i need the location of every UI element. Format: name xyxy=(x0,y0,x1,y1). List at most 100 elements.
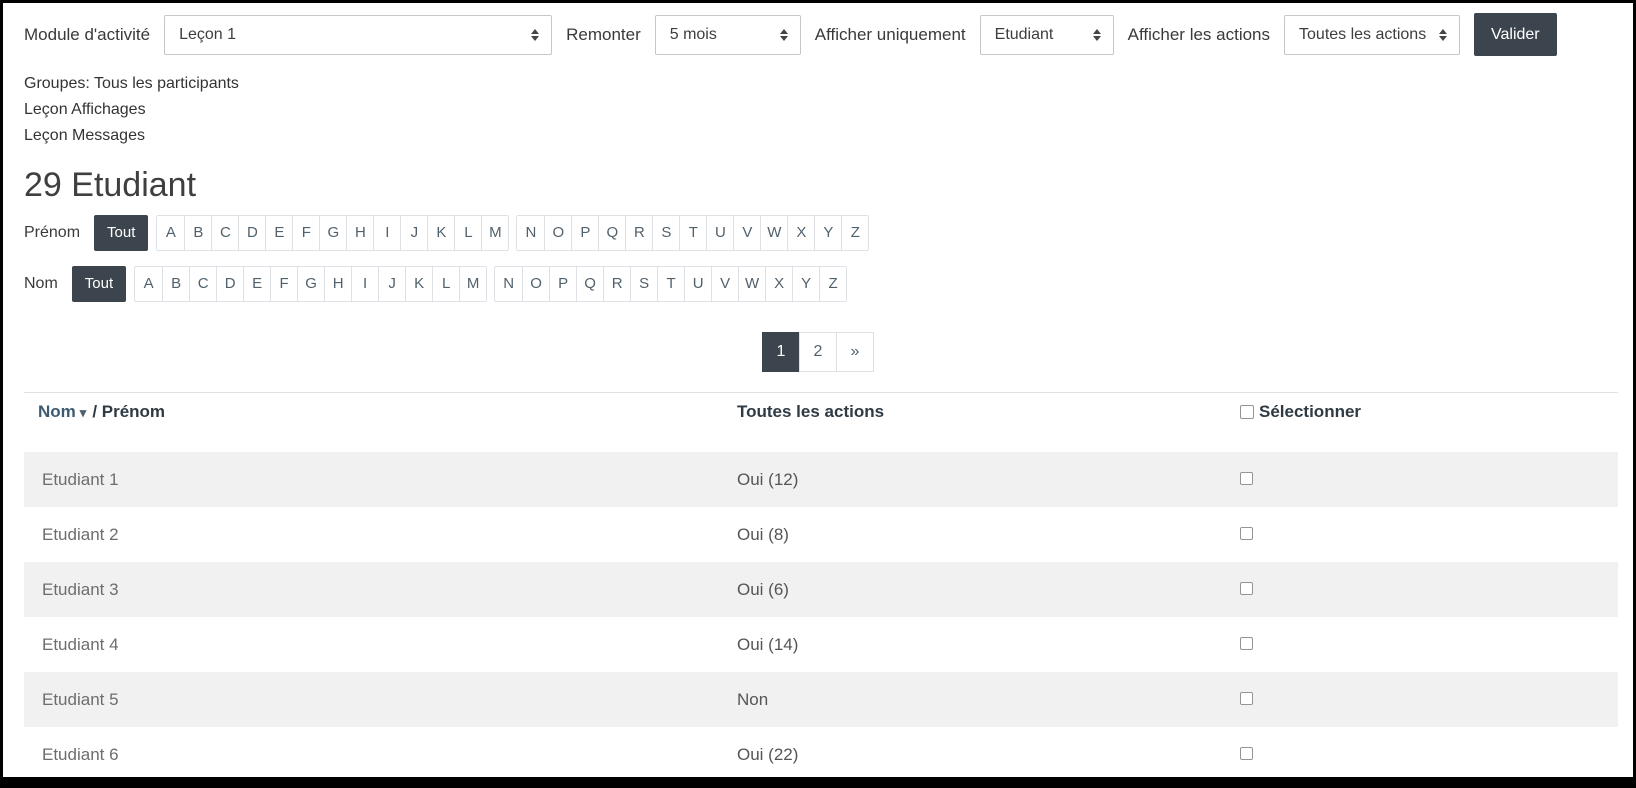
firstname-all-button[interactable]: Tout xyxy=(94,215,148,251)
student-name-link[interactable]: Etudiant 1 xyxy=(24,470,737,490)
table-row: Etudiant 2 Oui (8) xyxy=(24,507,1618,562)
select-column-label: Sélectionner xyxy=(1259,402,1361,422)
firstname-letter-z[interactable]: Z xyxy=(841,216,868,250)
lastname-letter-f[interactable]: F xyxy=(270,267,297,301)
firstname-letter-x[interactable]: X xyxy=(787,216,814,250)
firstname-letter-a[interactable]: A xyxy=(157,216,184,250)
select-column-header: Sélectionner xyxy=(1240,402,1618,422)
report-info: Groupes: Tous les participants Leçon Aff… xyxy=(24,71,1612,149)
table-row: Etudiant 4 Oui (14) xyxy=(24,617,1618,672)
table-row: Etudiant 5 Non xyxy=(24,672,1618,727)
pagination: 1 2 » xyxy=(762,332,874,372)
select-arrows-icon xyxy=(1439,29,1447,41)
show-only-select[interactable]: Etudiant xyxy=(980,15,1114,55)
firstname-letter-y[interactable]: Y xyxy=(814,216,841,250)
lastname-letter-c[interactable]: C xyxy=(189,267,216,301)
lastname-letter-v[interactable]: V xyxy=(711,267,738,301)
firstname-letter-v[interactable]: V xyxy=(733,216,760,250)
lastname-all-button[interactable]: Tout xyxy=(72,266,126,302)
lastname-letter-q[interactable]: Q xyxy=(576,267,603,301)
select-all-checkbox[interactable] xyxy=(1240,405,1254,419)
firstname-letter-i[interactable]: I xyxy=(373,216,400,250)
sort-desc-caret-icon: ▾ xyxy=(80,405,87,420)
firstname-letter-f[interactable]: F xyxy=(292,216,319,250)
lastname-letter-a[interactable]: A xyxy=(135,267,162,301)
screenshot-frame: Module d'activité Leçon 1 Remonter 5 moi… xyxy=(0,0,1636,788)
firstname-letter-q[interactable]: Q xyxy=(598,216,625,250)
show-actions-label: Afficher les actions xyxy=(1128,25,1270,45)
activity-module-label: Module d'activité xyxy=(24,25,150,45)
lastname-letter-e[interactable]: E xyxy=(243,267,270,301)
sort-by-name-link[interactable]: Nom xyxy=(38,402,76,421)
lastname-letter-h[interactable]: H xyxy=(324,267,351,301)
row-checkbox[interactable] xyxy=(1240,747,1253,760)
firstname-letter-c[interactable]: C xyxy=(211,216,238,250)
views-line: Leçon Affichages xyxy=(24,97,1612,123)
student-name-link[interactable]: Etudiant 4 xyxy=(24,635,737,655)
firstname-letter-w[interactable]: W xyxy=(760,216,787,250)
since-select[interactable]: 5 mois xyxy=(655,15,801,55)
lastname-letter-g[interactable]: G xyxy=(297,267,324,301)
lastname-letter-i[interactable]: I xyxy=(351,267,378,301)
row-checkbox[interactable] xyxy=(1240,692,1253,705)
student-name-link[interactable]: Etudiant 6 xyxy=(24,745,737,765)
lastname-letter-j[interactable]: J xyxy=(378,267,405,301)
lastname-letter-p[interactable]: P xyxy=(549,267,576,301)
lastname-letters-group-1: ABCDEFGHIJKLM xyxy=(134,266,487,302)
lastname-letter-m[interactable]: M xyxy=(459,267,486,301)
lastname-letter-x[interactable]: X xyxy=(765,267,792,301)
firstname-letter-d[interactable]: D xyxy=(238,216,265,250)
firstname-letter-h[interactable]: H xyxy=(346,216,373,250)
page-next-button[interactable]: » xyxy=(836,332,874,372)
actions-select[interactable]: Toutes les actions xyxy=(1284,15,1460,55)
since-label: Remonter xyxy=(566,25,641,45)
lastname-letter-z[interactable]: Z xyxy=(819,267,846,301)
lastname-letter-u[interactable]: U xyxy=(684,267,711,301)
actions-count: Non xyxy=(737,690,1240,710)
firstname-letter-o[interactable]: O xyxy=(544,216,571,250)
page-2-button[interactable]: 2 xyxy=(799,332,837,372)
lastname-letter-n[interactable]: N xyxy=(495,267,522,301)
firstname-letter-s[interactable]: S xyxy=(652,216,679,250)
firstname-initials-bar: Prénom Tout ABCDEFGHIJKLM NOPQRSTUVWXYZ xyxy=(24,215,1612,251)
firstname-header-suffix: / Prénom xyxy=(92,402,165,421)
posts-line: Leçon Messages xyxy=(24,123,1612,149)
firstname-letter-n[interactable]: N xyxy=(517,216,544,250)
firstname-letter-p[interactable]: P xyxy=(571,216,598,250)
firstname-letter-r[interactable]: R xyxy=(625,216,652,250)
lastname-letter-d[interactable]: D xyxy=(216,267,243,301)
firstname-letter-l[interactable]: L xyxy=(454,216,481,250)
actions-count: Oui (8) xyxy=(737,525,1240,545)
report-page: Module d'activité Leçon 1 Remonter 5 moi… xyxy=(3,3,1633,777)
lastname-letter-s[interactable]: S xyxy=(630,267,657,301)
lastname-letters-group-2: NOPQRSTUVWXYZ xyxy=(494,266,847,302)
firstname-letter-u[interactable]: U xyxy=(706,216,733,250)
firstname-letter-t[interactable]: T xyxy=(679,216,706,250)
row-checkbox[interactable] xyxy=(1240,472,1253,485)
student-name-link[interactable]: Etudiant 2 xyxy=(24,525,737,545)
lastname-letter-y[interactable]: Y xyxy=(792,267,819,301)
firstname-letter-m[interactable]: M xyxy=(481,216,508,250)
page-1-button[interactable]: 1 xyxy=(762,332,800,372)
actions-value: Toutes les actions xyxy=(1299,26,1426,44)
lastname-letter-k[interactable]: K xyxy=(405,267,432,301)
lastname-letter-r[interactable]: R xyxy=(603,267,630,301)
firstname-letter-b[interactable]: B xyxy=(184,216,211,250)
activity-module-select[interactable]: Leçon 1 xyxy=(164,15,552,55)
student-name-link[interactable]: Etudiant 3 xyxy=(24,580,737,600)
lastname-letter-t[interactable]: T xyxy=(657,267,684,301)
student-name-link[interactable]: Etudiant 5 xyxy=(24,690,737,710)
firstname-letter-g[interactable]: G xyxy=(319,216,346,250)
lastname-letter-l[interactable]: L xyxy=(432,267,459,301)
firstname-letter-k[interactable]: K xyxy=(427,216,454,250)
submit-button[interactable]: Valider xyxy=(1474,13,1557,56)
lastname-letter-b[interactable]: B xyxy=(162,267,189,301)
row-checkbox[interactable] xyxy=(1240,582,1253,595)
lastname-letter-w[interactable]: W xyxy=(738,267,765,301)
lastname-letter-o[interactable]: O xyxy=(522,267,549,301)
actions-count: Oui (22) xyxy=(737,745,1240,765)
row-checkbox[interactable] xyxy=(1240,637,1253,650)
row-checkbox[interactable] xyxy=(1240,527,1253,540)
firstname-letter-e[interactable]: E xyxy=(265,216,292,250)
firstname-letter-j[interactable]: J xyxy=(400,216,427,250)
